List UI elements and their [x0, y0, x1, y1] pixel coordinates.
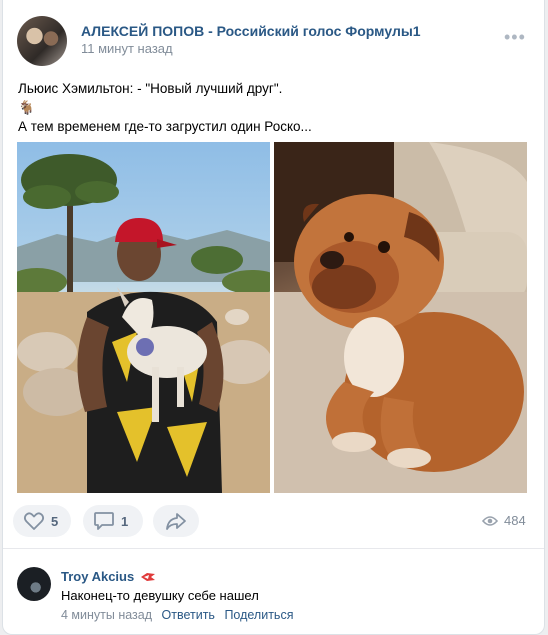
goat-emoji: 🐐	[18, 100, 35, 115]
post-author-link[interactable]: АЛЕКСЕЙ ПОПОВ - Российский голос Формулы…	[81, 23, 421, 39]
post-card: АЛЕКСЕЙ ПОПОВ - Российский голос Формулы…	[2, 0, 545, 635]
comment-count: 1	[121, 513, 129, 529]
comment-time[interactable]: 4 минуты назад	[61, 608, 152, 622]
like-count: 5	[51, 513, 59, 529]
eye-icon	[482, 515, 498, 526]
share-icon	[166, 513, 186, 530]
share-comment-link[interactable]: Поделиться	[224, 608, 293, 622]
views-count: 484	[504, 513, 526, 528]
spartak-badge-icon	[141, 572, 156, 581]
commenter-avatar[interactable]	[17, 567, 51, 601]
comment-button[interactable]: 1	[83, 505, 143, 537]
photo-man-with-goat[interactable]	[17, 142, 270, 493]
views-counter: 484	[482, 513, 526, 528]
comments-divider	[3, 548, 544, 549]
post-text-line-2: А тем временем где-то загрустил один Рос…	[18, 119, 312, 134]
photo-bulldog-illustration	[274, 142, 527, 493]
author-avatar[interactable]	[17, 16, 67, 66]
comment-icon	[94, 512, 114, 530]
photo-man-with-goat-illustration	[17, 154, 270, 493]
reply-link[interactable]: Ответить	[162, 608, 215, 622]
commenter-name-link[interactable]: Troy Akcius	[61, 569, 134, 584]
heart-icon	[23, 512, 45, 530]
like-button[interactable]: 5	[13, 505, 71, 537]
post-time[interactable]: 11 минут назад	[81, 41, 173, 56]
share-button[interactable]	[153, 505, 199, 537]
more-options-icon[interactable]: •••	[504, 28, 526, 46]
post-text-line-1: Льюис Хэмильтон: - "Новый лучший друг".	[18, 81, 283, 96]
commenter-name-row: Troy Akcius	[61, 569, 156, 584]
post-text: Льюис Хэмильтон: - "Новый лучший друг". …	[18, 79, 533, 136]
comment-meta: 4 минуты назад Ответить Поделиться	[61, 608, 293, 622]
photo-bulldog[interactable]	[274, 142, 527, 493]
comment-text: Наконец-то девушку себе нашел	[61, 588, 259, 603]
